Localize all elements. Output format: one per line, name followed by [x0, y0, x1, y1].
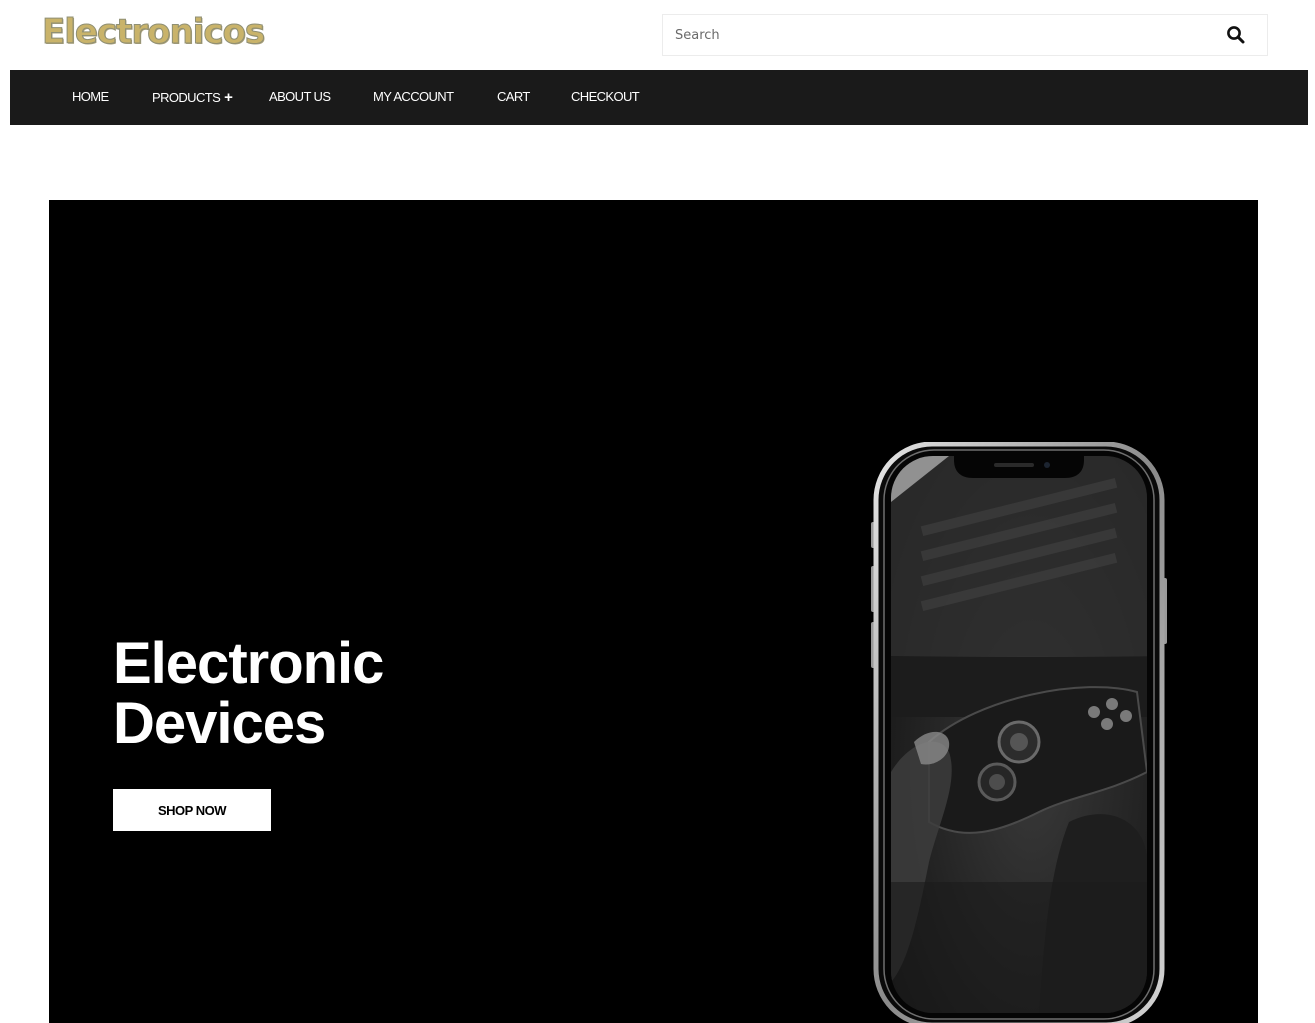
- nav-checkout[interactable]: CHECKOUT: [571, 89, 640, 104]
- hero-title: Electronic Devices: [113, 631, 384, 756]
- search-icon: [1227, 26, 1245, 44]
- hero-title-line-1: Electronic: [113, 631, 384, 696]
- nav-cart[interactable]: CART: [497, 89, 530, 104]
- plus-icon: +: [224, 89, 233, 106]
- search-button[interactable]: [1205, 15, 1267, 55]
- main-nav: HOME PRODUCTS + ABOUT US MY ACCOUNT CART …: [10, 70, 1308, 125]
- nav-home[interactable]: HOME: [72, 89, 109, 104]
- hero-banner: Electronic Devices SHOP NOW: [49, 200, 1258, 1023]
- nav-my-account[interactable]: MY ACCOUNT: [373, 89, 454, 104]
- nav-products-label: PRODUCTS: [152, 90, 221, 105]
- nav-products[interactable]: PRODUCTS +: [152, 89, 233, 106]
- shop-now-button[interactable]: SHOP NOW: [113, 789, 271, 831]
- hero-title-line-2: Devices: [113, 691, 326, 756]
- nav-about-us[interactable]: ABOUT US: [269, 89, 331, 104]
- phone-image: [871, 442, 1167, 1023]
- search-input[interactable]: [663, 15, 1205, 55]
- site-logo[interactable]: Electronicos: [41, 12, 265, 53]
- search-bar: [662, 14, 1268, 56]
